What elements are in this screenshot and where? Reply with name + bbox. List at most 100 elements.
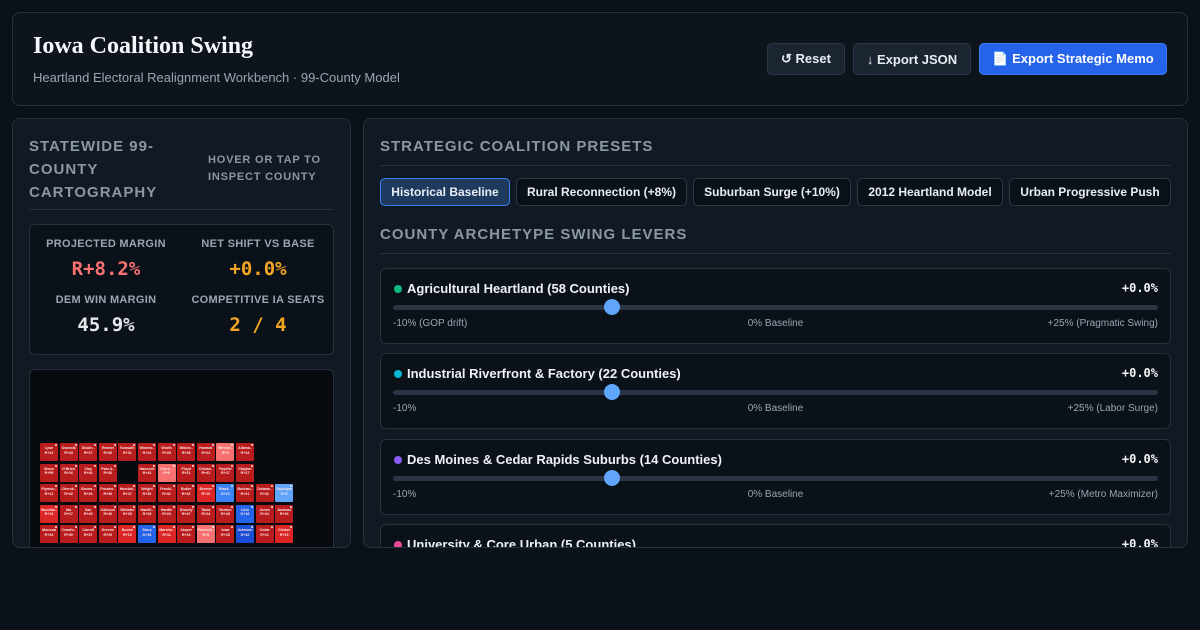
- county-cell[interactable]: Allama.. R+24: [236, 443, 254, 461]
- county-cell[interactable]: Calhoun R+40: [98, 504, 117, 523]
- county-name: Marsha..: [159, 528, 174, 532]
- county-cell[interactable]: Clay R+40: [79, 463, 98, 482]
- county-margin: R+28: [221, 532, 230, 537]
- county-cell[interactable]: Boone R+16: [118, 525, 137, 543]
- county-marker-icon: [211, 464, 214, 467]
- county-cell[interactable]: Ida R+17: [59, 504, 78, 523]
- county-cell[interactable]: Pocaho.. R+40: [98, 484, 117, 502]
- county-name: Delawa..: [257, 487, 272, 491]
- county-cell[interactable]: Clayton R+27: [236, 463, 254, 482]
- reset-button[interactable]: ↺ Reset: [767, 43, 845, 75]
- lever-name: Des Moines & Cedar Rapids Suburbs (14 Co…: [407, 451, 722, 467]
- slider-mid-label: 0% Baseline: [747, 318, 804, 329]
- county-cell[interactable]: O'Brien R+16: [59, 463, 78, 482]
- county-cell[interactable]: Grundy R+47: [177, 504, 196, 523]
- county-margin: R+49: [83, 512, 93, 517]
- county-cell[interactable]: Buena .. R+26: [79, 484, 98, 502]
- county-cell[interactable]: Winneb.. R+22: [138, 443, 156, 461]
- county-cell[interactable]: Howard R+24: [196, 443, 215, 461]
- county-marker-icon: [55, 526, 57, 528]
- county-cell[interactable]: Delawa.. R+42: [255, 484, 274, 502]
- county-margin: R+16: [123, 532, 132, 537]
- export-json-button[interactable]: ↓ Export JSON: [853, 43, 971, 75]
- county-cell[interactable]: Dickin.. R+27: [79, 443, 98, 461]
- county-cell[interactable]: Crawfo.. R+30: [59, 525, 78, 543]
- preset-rural-reconnection[interactable]: Rural Reconnection (+8%): [516, 178, 687, 206]
- county-cell[interactable]: Sioux R+59: [40, 463, 58, 482]
- county-marker-icon: [172, 444, 175, 446]
- county-cell[interactable]: Fayette R+27: [216, 463, 235, 482]
- county-cell[interactable]: Bremer R+10: [196, 484, 215, 502]
- county-cell[interactable]: Worth R+25: [157, 443, 176, 461]
- county-cell[interactable]: Wright R+36: [138, 484, 156, 502]
- inspect-hint: Hover or tap to inspect county: [208, 154, 321, 183]
- swing-slider[interactable]: [393, 469, 1158, 486]
- county-cell[interactable]: Sac R+49: [79, 504, 98, 523]
- county-cell[interactable]: Greene R+29: [98, 525, 117, 543]
- county-marker-icon: [74, 464, 77, 467]
- export-memo-button[interactable]: 📄 Export Strategic Memo: [979, 43, 1167, 75]
- county-margin: D+16: [240, 512, 250, 517]
- lever-value: +0.0%: [1121, 451, 1158, 466]
- county-cell[interactable]: Palo A.. R+30: [98, 463, 117, 482]
- county-cell[interactable]: Mitche.. R+28: [177, 443, 196, 461]
- county-cell[interactable]: Hancock R+43: [138, 463, 156, 482]
- county-marker-icon: [113, 526, 116, 528]
- preset-historical-baseline[interactable]: Historical Baseline: [380, 178, 510, 206]
- county-cell[interactable]: Benton R+28: [216, 504, 235, 523]
- county-margin: R+30: [64, 532, 73, 537]
- county-cell[interactable]: Lyon R+41: [40, 443, 58, 461]
- slider-thumb[interactable]: [603, 469, 620, 486]
- county-cell[interactable]: Jones R+24: [255, 504, 274, 523]
- divider: [380, 165, 1171, 166]
- county-cell[interactable]: Black .. D+10: [216, 484, 235, 502]
- preset-suburban-surge[interactable]: Suburban Surge (+10%): [693, 178, 851, 206]
- county-name: Allama..: [238, 446, 252, 450]
- county-cell[interactable]: Iowa R+28: [216, 525, 235, 543]
- county-cell[interactable]: Linn D+16: [236, 504, 254, 523]
- swing-slider[interactable]: [393, 384, 1158, 401]
- county-cell[interactable]: Carroll R+37: [79, 525, 98, 543]
- stat-dem-win-margin: Dem Win Margin 45.9%: [30, 294, 182, 336]
- county-cell[interactable]: Cedar R+21: [255, 525, 274, 543]
- archetype-color-icon: [394, 285, 402, 293]
- county-cell[interactable]: Plymou.. R+12: [40, 484, 58, 502]
- county-margin: R+41: [201, 471, 211, 476]
- county-cell[interactable]: Jackson R+24: [275, 504, 294, 523]
- swing-lever: University & Core Urban (5 Counties) +0.0…: [380, 523, 1171, 547]
- county-cell[interactable]: Cherok.. R+42: [59, 484, 78, 502]
- county-cell[interactable]: Monona R+44: [40, 525, 58, 543]
- county-cell[interactable]: Humbol.. R+47: [118, 484, 137, 502]
- county-cell[interactable]: Emmet R+30: [98, 443, 117, 461]
- county-name: Buena ..: [81, 487, 96, 491]
- preset-2012-heartland[interactable]: 2012 Heartland Model: [857, 178, 1003, 206]
- county-cell[interactable]: Winnes.. R+3: [216, 443, 235, 461]
- county-cell[interactable]: Buchan.. R+21: [236, 484, 254, 502]
- county-cell[interactable]: Poweshi.. R+6: [196, 525, 215, 543]
- slider-thumb[interactable]: [603, 384, 620, 401]
- county-cell[interactable]: Butler R+42: [177, 484, 196, 502]
- county-cell[interactable]: Johnson D+42: [236, 525, 254, 543]
- county-cell[interactable]: Jasper R+23: [177, 525, 196, 543]
- county-margin: R+23: [162, 512, 171, 517]
- county-name: Buchan..: [237, 487, 253, 491]
- slider-thumb[interactable]: [603, 299, 620, 315]
- county-cell[interactable]: Tama R+24: [196, 504, 215, 523]
- county-cell[interactable]: Chicka.. R+41: [196, 463, 215, 482]
- county-cell[interactable]: Osceola R+43: [59, 443, 78, 461]
- county-cell[interactable]: Hardin R+23: [157, 504, 176, 523]
- county-cell[interactable]: Marsha.. R+11: [157, 525, 176, 543]
- county-cell[interactable]: Clinton R+13: [275, 525, 294, 543]
- swing-slider[interactable]: [393, 299, 1158, 315]
- county-cell[interactable]: Webster R+35: [118, 504, 137, 523]
- county-cell[interactable]: Story D+28: [138, 525, 156, 543]
- county-cell[interactable]: Floyd R+21: [177, 463, 196, 482]
- stat-value: 45.9%: [77, 314, 135, 336]
- county-cell[interactable]: Hamilt.. R+28: [138, 504, 156, 523]
- county-cell[interactable]: Dubuque D+3: [275, 484, 294, 502]
- county-cell[interactable]: Kossuth R+31: [118, 443, 137, 461]
- county-cell[interactable]: Frankl.. R+31: [157, 484, 176, 502]
- county-cell[interactable]: Cerro .. R+5: [157, 463, 176, 482]
- preset-urban-progressive[interactable]: Urban Progressive Push: [1009, 178, 1171, 206]
- county-cell[interactable]: Woodbu.. R+19: [40, 504, 58, 523]
